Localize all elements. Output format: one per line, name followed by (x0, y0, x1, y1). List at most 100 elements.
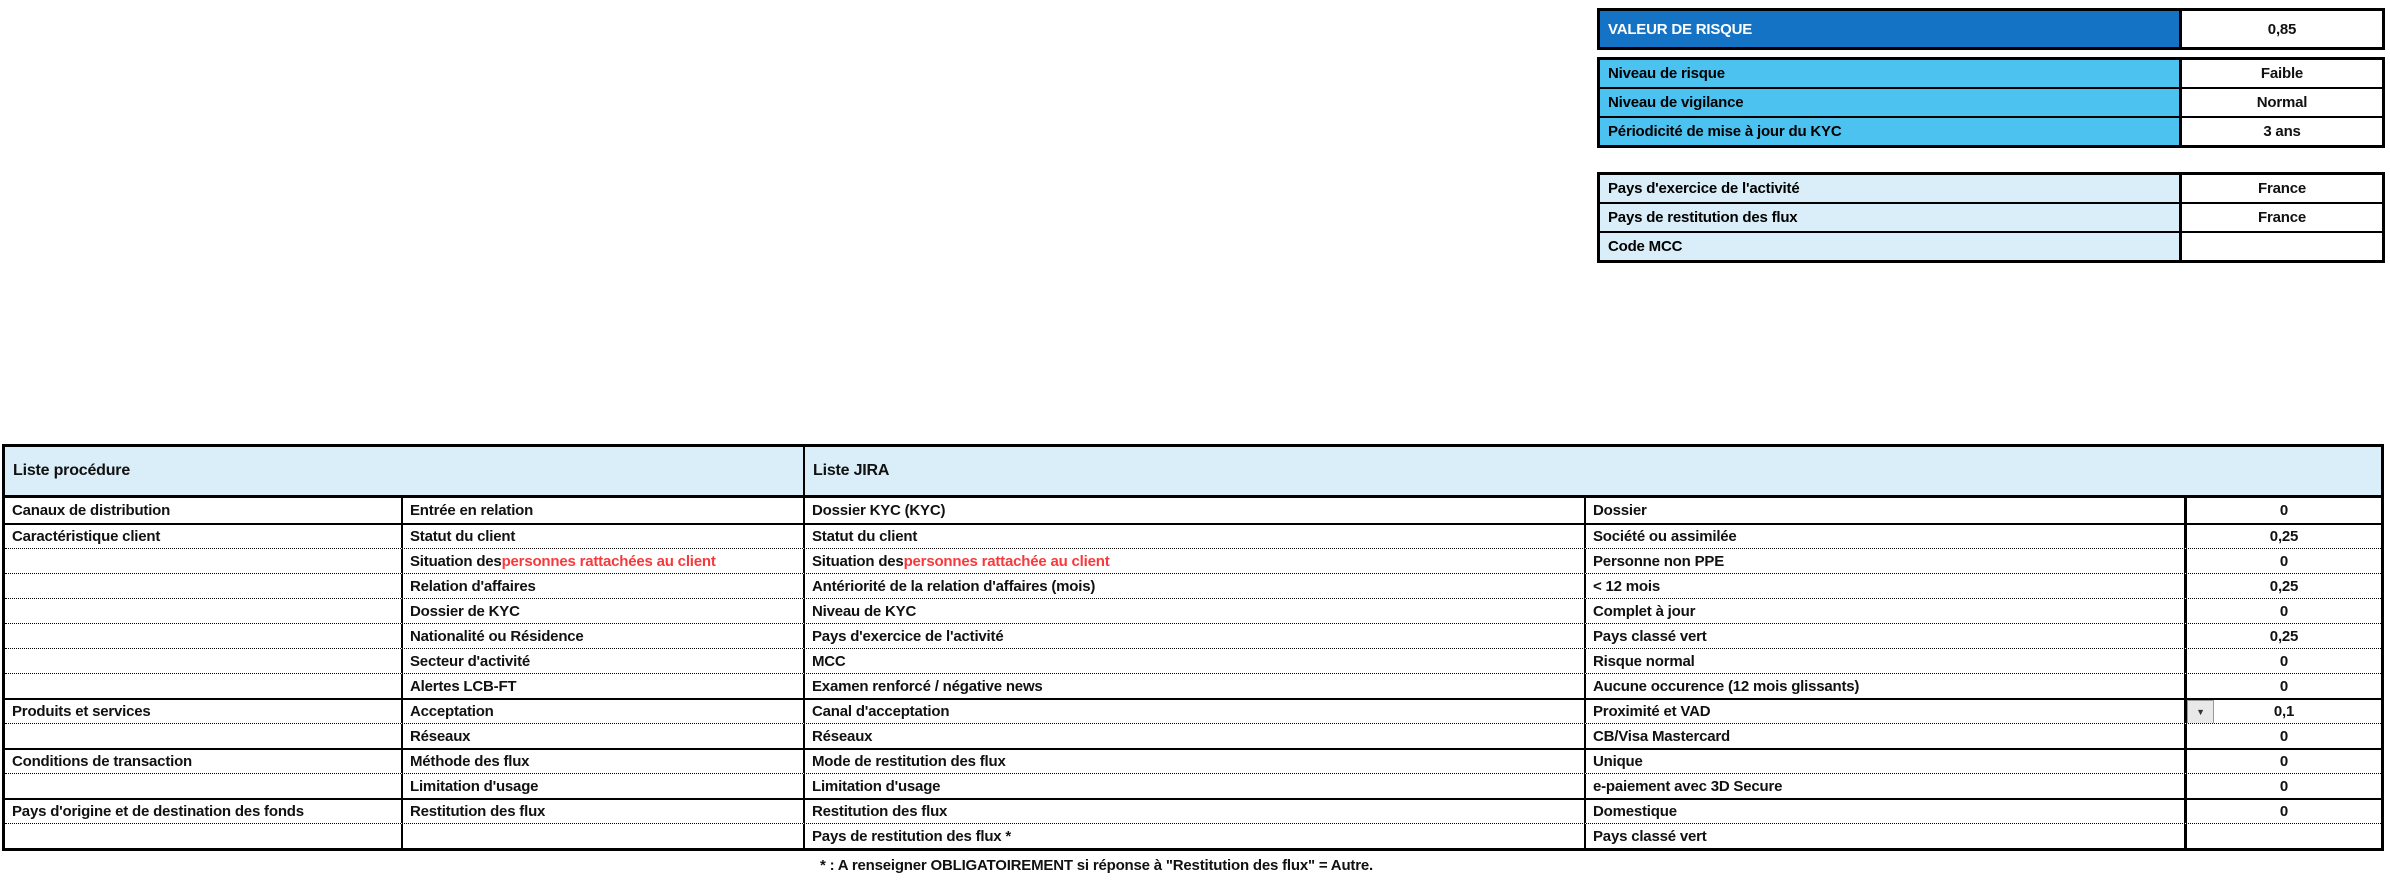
jira-answer-cell[interactable]: Risque normal (1584, 649, 2184, 673)
score-cell[interactable]: 0 (2184, 800, 2381, 823)
jira-answer-cell[interactable]: Unique (1584, 750, 2184, 773)
jira-item-cell: Réseaux (803, 724, 1584, 748)
jira-item-cell: Canal d'acceptation (803, 700, 1584, 723)
procedure-item-cell: Restitution des flux (401, 800, 803, 823)
jira-answer-cell[interactable]: Personne non PPE (1584, 549, 2184, 573)
jira-answer-cell[interactable]: CB/Visa Mastercard (1584, 724, 2184, 748)
score-cell[interactable] (2184, 824, 2381, 848)
table-row: Alertes LCB-FT Examen renforcé / négativ… (5, 673, 2381, 698)
jira-item-cell: Mode de restitution des flux (803, 750, 1584, 773)
procedure-item-cell: Nationalité ou Résidence (401, 624, 803, 648)
score-cell[interactable]: 0 (2184, 750, 2381, 773)
score-cell[interactable]: 0,25 (2184, 525, 2381, 548)
risk-value-table: VALEUR DE RISQUE 0,85 (1597, 8, 2385, 50)
jira-answer-cell[interactable]: Société ou assimilée (1584, 525, 2184, 548)
jira-item-prefix: Situation des (812, 553, 904, 570)
jira-answer-cell[interactable]: e-paiement avec 3D Secure (1584, 774, 2184, 798)
jira-item-cell: Pays de restitution des flux * (803, 824, 1584, 848)
mandatory-field-footnote: * : A renseigner OBLIGATOIREMENT si répo… (820, 857, 1373, 874)
procedure-item-cell: Statut du client (401, 525, 803, 548)
country-info-table: Pays d'exercice de l'activité France Pay… (1597, 172, 2385, 263)
procedure-item-red-text: personnes rattachées au client (502, 553, 716, 570)
activity-country-value-cell[interactable]: France (2179, 175, 2382, 202)
category-cell: Canaux de distribution (5, 498, 401, 523)
jira-answer-cell[interactable]: Pays classé vert (1584, 824, 2184, 848)
score-cell[interactable]: 0 (2184, 774, 2381, 798)
table-row: Nationalité ou Résidence Pays d'exercice… (5, 623, 2381, 648)
procedure-item-cell: Entrée en relation (401, 498, 803, 523)
risk-criteria-table: Liste procédure Liste JIRA Canaux de dis… (2, 444, 2384, 851)
jira-item-cell: Restitution des flux (803, 800, 1584, 823)
jira-item-cell: Situation des personnes rattachée au cli… (803, 549, 1584, 573)
jira-answer-cell[interactable]: Proximité et VAD (1584, 700, 2184, 723)
kyc-period-label-cell: Périodicité de mise à jour du KYC (1600, 118, 2179, 145)
country-row: Code MCC (1600, 231, 2382, 260)
category-cell (5, 774, 401, 798)
jira-answer-cell[interactable]: Pays classé vert (1584, 624, 2184, 648)
score-cell[interactable]: 0 (2184, 649, 2381, 673)
risk-level-value-cell[interactable]: Faible (2179, 60, 2382, 87)
category-cell (5, 824, 401, 848)
procedure-item-cell: Acceptation (401, 700, 803, 723)
jira-answer-cell[interactable]: Complet à jour (1584, 599, 2184, 623)
score-cell[interactable]: 0 (2184, 724, 2381, 748)
jira-answer-cell[interactable]: Dossier (1584, 498, 2184, 523)
level-row: Niveau de risque Faible (1600, 60, 2382, 87)
table-row: Dossier de KYC Niveau de KYC Complet à j… (5, 598, 2381, 623)
flux-country-value-cell[interactable]: France (2179, 204, 2382, 231)
kyc-period-value-cell[interactable]: 3 ans (2179, 118, 2382, 145)
level-row: Périodicité de mise à jour du KYC 3 ans (1600, 116, 2382, 145)
procedure-item-cell: Méthode des flux (401, 750, 803, 773)
procedure-item-cell (401, 824, 803, 848)
level-row: Niveau de vigilance Normal (1600, 87, 2382, 116)
table-row: Secteur d'activité MCC Risque normal 0 (5, 648, 2381, 673)
mcc-code-value-cell[interactable] (2179, 233, 2382, 260)
category-cell (5, 624, 401, 648)
score-cell[interactable]: 0 (2184, 498, 2381, 523)
category-cell: Conditions de transaction (5, 750, 401, 773)
jira-answer-cell[interactable]: < 12 mois (1584, 574, 2184, 598)
country-row: Pays de restitution des flux France (1600, 202, 2382, 231)
table-row: Limitation d'usage Limitation d'usage e-… (5, 773, 2381, 798)
jira-item-cell: Antériorité de la relation d'affaires (m… (803, 574, 1584, 598)
country-row: Pays d'exercice de l'activité France (1600, 175, 2382, 202)
table-row: Pays d'origine et de destination des fon… (5, 798, 2381, 823)
mcc-code-label-cell: Code MCC (1600, 233, 2179, 260)
score-cell[interactable]: 0 (2184, 599, 2381, 623)
jira-item-red-text: personnes rattachée au client (904, 553, 1110, 570)
category-cell: Pays d'origine et de destination des fon… (5, 800, 401, 823)
score-cell[interactable]: 0 (2184, 674, 2381, 698)
table-row: Conditions de transaction Méthode des fl… (5, 748, 2381, 773)
score-cell[interactable]: 0,25 (2184, 624, 2381, 648)
vigilance-level-value-cell[interactable]: Normal (2179, 89, 2382, 116)
jira-header-cell: Liste JIRA (803, 447, 2381, 495)
table-header-row: Liste procédure Liste JIRA (5, 447, 2381, 498)
table-row: Situation des personnes rattachées au cl… (5, 548, 2381, 573)
risk-value-cell[interactable]: 0,85 (2179, 11, 2382, 47)
jira-item-cell: Limitation d'usage (803, 774, 1584, 798)
chevron-down-icon: ▼ (2196, 707, 2205, 717)
jira-answer-cell[interactable]: Domestique (1584, 800, 2184, 823)
procedure-item-cell: Alertes LCB-FT (401, 674, 803, 698)
jira-answer-cell[interactable]: Aucune occurence (12 mois glissants) (1584, 674, 2184, 698)
procedure-item-cell: Limitation d'usage (401, 774, 803, 798)
jira-item-cell: MCC (803, 649, 1584, 673)
vigilance-level-label-cell: Niveau de vigilance (1600, 89, 2179, 116)
risk-level-label-cell: Niveau de risque (1600, 60, 2179, 87)
table-row: Relation d'affaires Antériorité de la re… (5, 573, 2381, 598)
score-cell[interactable]: 0 (2184, 549, 2381, 573)
dropdown-arrow-button[interactable]: ▼ (2187, 700, 2214, 723)
category-cell (5, 674, 401, 698)
procedure-item-cell: Dossier de KYC (401, 599, 803, 623)
procedure-item-cell: Secteur d'activité (401, 649, 803, 673)
score-cell[interactable]: 0,25 (2184, 574, 2381, 598)
table-row: Produits et services Acceptation Canal d… (5, 698, 2381, 723)
category-cell (5, 574, 401, 598)
score-cell[interactable]: 0,1 ▼ (2184, 700, 2381, 723)
jira-item-cell: Dossier KYC (KYC) (803, 498, 1584, 523)
category-cell (5, 549, 401, 573)
spreadsheet-page: VALEUR DE RISQUE 0,85 Niveau de risque F… (0, 0, 2390, 881)
jira-item-cell: Pays d'exercice de l'activité (803, 624, 1584, 648)
table-row: Réseaux Réseaux CB/Visa Mastercard 0 (5, 723, 2381, 748)
category-cell (5, 599, 401, 623)
